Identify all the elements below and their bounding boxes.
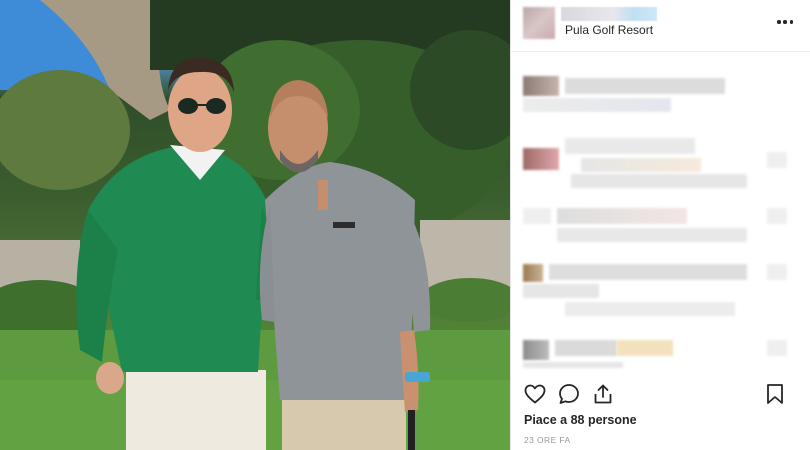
more-options-icon[interactable] [777, 14, 793, 30]
avatar[interactable] [523, 7, 555, 39]
comment-text-redacted [565, 78, 725, 94]
username-redacted[interactable] [561, 7, 657, 21]
comment-text-redacted [565, 138, 695, 154]
share-icon[interactable] [591, 382, 615, 406]
comment-side-redacted [767, 264, 787, 280]
comment-text-redacted [555, 340, 617, 356]
post-side-panel: Pula Golf Resort Piace a 88 persone 23 O… [510, 0, 810, 450]
comment-text-redacted [523, 284, 599, 298]
comment-icon[interactable] [557, 382, 581, 406]
comment-avatar-redacted [523, 264, 543, 282]
comment-text-redacted [557, 228, 747, 242]
comment-text-redacted [557, 208, 687, 224]
post-actions [511, 380, 810, 414]
comments-list-redacted [511, 58, 810, 368]
comment-text-redacted [549, 264, 747, 280]
comment-text-redacted [523, 362, 623, 368]
heart-icon[interactable] [523, 382, 547, 406]
comment-text-redacted [523, 98, 671, 112]
comment-avatar-redacted [523, 340, 549, 360]
post-photo [0, 0, 510, 450]
comment-text-redacted [523, 208, 551, 224]
post-header: Pula Golf Resort [511, 0, 810, 52]
location-link[interactable]: Pula Golf Resort [565, 23, 653, 37]
comment-text-redacted [617, 340, 673, 356]
comment-side-redacted [767, 152, 787, 168]
likes-count[interactable]: Piace a 88 persone [524, 413, 637, 427]
bookmark-icon[interactable] [763, 382, 787, 406]
comment-avatar-redacted [523, 76, 559, 96]
comment-text-redacted [571, 174, 747, 188]
comment-side-redacted [767, 208, 787, 224]
post-timestamp[interactable]: 23 ORE FA [524, 435, 571, 445]
comment-text-redacted [581, 158, 701, 172]
comment-text-redacted [565, 302, 735, 316]
photo-illustration [0, 0, 510, 450]
comment-avatar-redacted [523, 148, 559, 170]
comment-side-redacted [767, 340, 787, 356]
